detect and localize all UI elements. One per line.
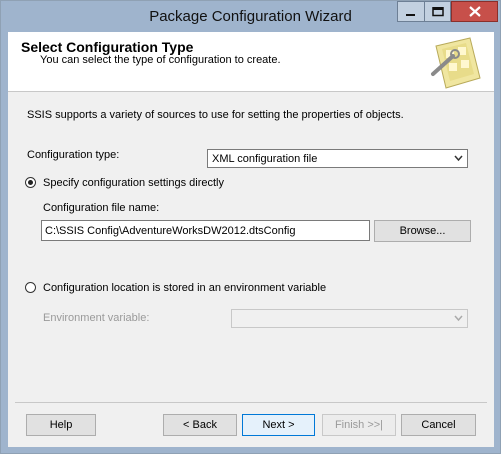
config-type-value: XML configuration file xyxy=(212,153,318,165)
option-env-label[interactable]: Configuration location is stored in an e… xyxy=(43,282,326,294)
env-var-label: Environment variable: xyxy=(43,312,150,324)
radio-env[interactable] xyxy=(25,282,36,293)
maximize-button[interactable] xyxy=(424,1,451,22)
maximize-icon xyxy=(431,6,444,16)
close-icon xyxy=(468,6,481,17)
config-type-select[interactable]: XML configuration file xyxy=(207,149,468,168)
config-file-value: C:\SSIS Config\AdventureWorksDW2012.dtsC… xyxy=(45,225,296,237)
finish-button[interactable]: Finish >>| xyxy=(322,414,396,436)
chevron-down-icon xyxy=(454,155,463,162)
file-name-label: Configuration file name: xyxy=(43,202,160,214)
footer-divider xyxy=(15,402,487,403)
wizard-header: Select Configuration Type You can select… xyxy=(8,32,494,92)
config-file-input[interactable]: C:\SSIS Config\AdventureWorksDW2012.dtsC… xyxy=(41,220,370,241)
page-subtitle: You can select the type of configuration… xyxy=(40,54,281,66)
cancel-button[interactable]: Cancel xyxy=(401,414,476,436)
back-button[interactable]: < Back xyxy=(163,414,237,436)
wizard-window: Package Configuration Wizard Select Conf… xyxy=(0,0,501,454)
env-var-select[interactable] xyxy=(231,309,468,328)
description-text: SSIS supports a variety of sources to us… xyxy=(27,109,404,121)
option-direct-label[interactable]: Specify configuration settings directly xyxy=(43,177,224,189)
wizard-client: Select Configuration Type You can select… xyxy=(8,32,494,447)
next-button[interactable]: Next > xyxy=(242,414,315,436)
close-button[interactable] xyxy=(451,1,498,22)
wizard-graphic-icon xyxy=(431,37,481,89)
minimize-button[interactable] xyxy=(397,1,424,22)
page-title: Select Configuration Type xyxy=(21,39,194,55)
minimize-icon xyxy=(406,13,415,16)
title-bar[interactable]: Package Configuration Wizard xyxy=(1,1,500,32)
chevron-down-icon xyxy=(454,315,463,322)
browse-button[interactable]: Browse... xyxy=(374,220,471,242)
config-type-label: Configuration type: xyxy=(27,149,120,161)
radio-direct[interactable] xyxy=(25,177,36,188)
help-button[interactable]: Help xyxy=(26,414,96,436)
radio-selected-dot xyxy=(28,180,33,185)
